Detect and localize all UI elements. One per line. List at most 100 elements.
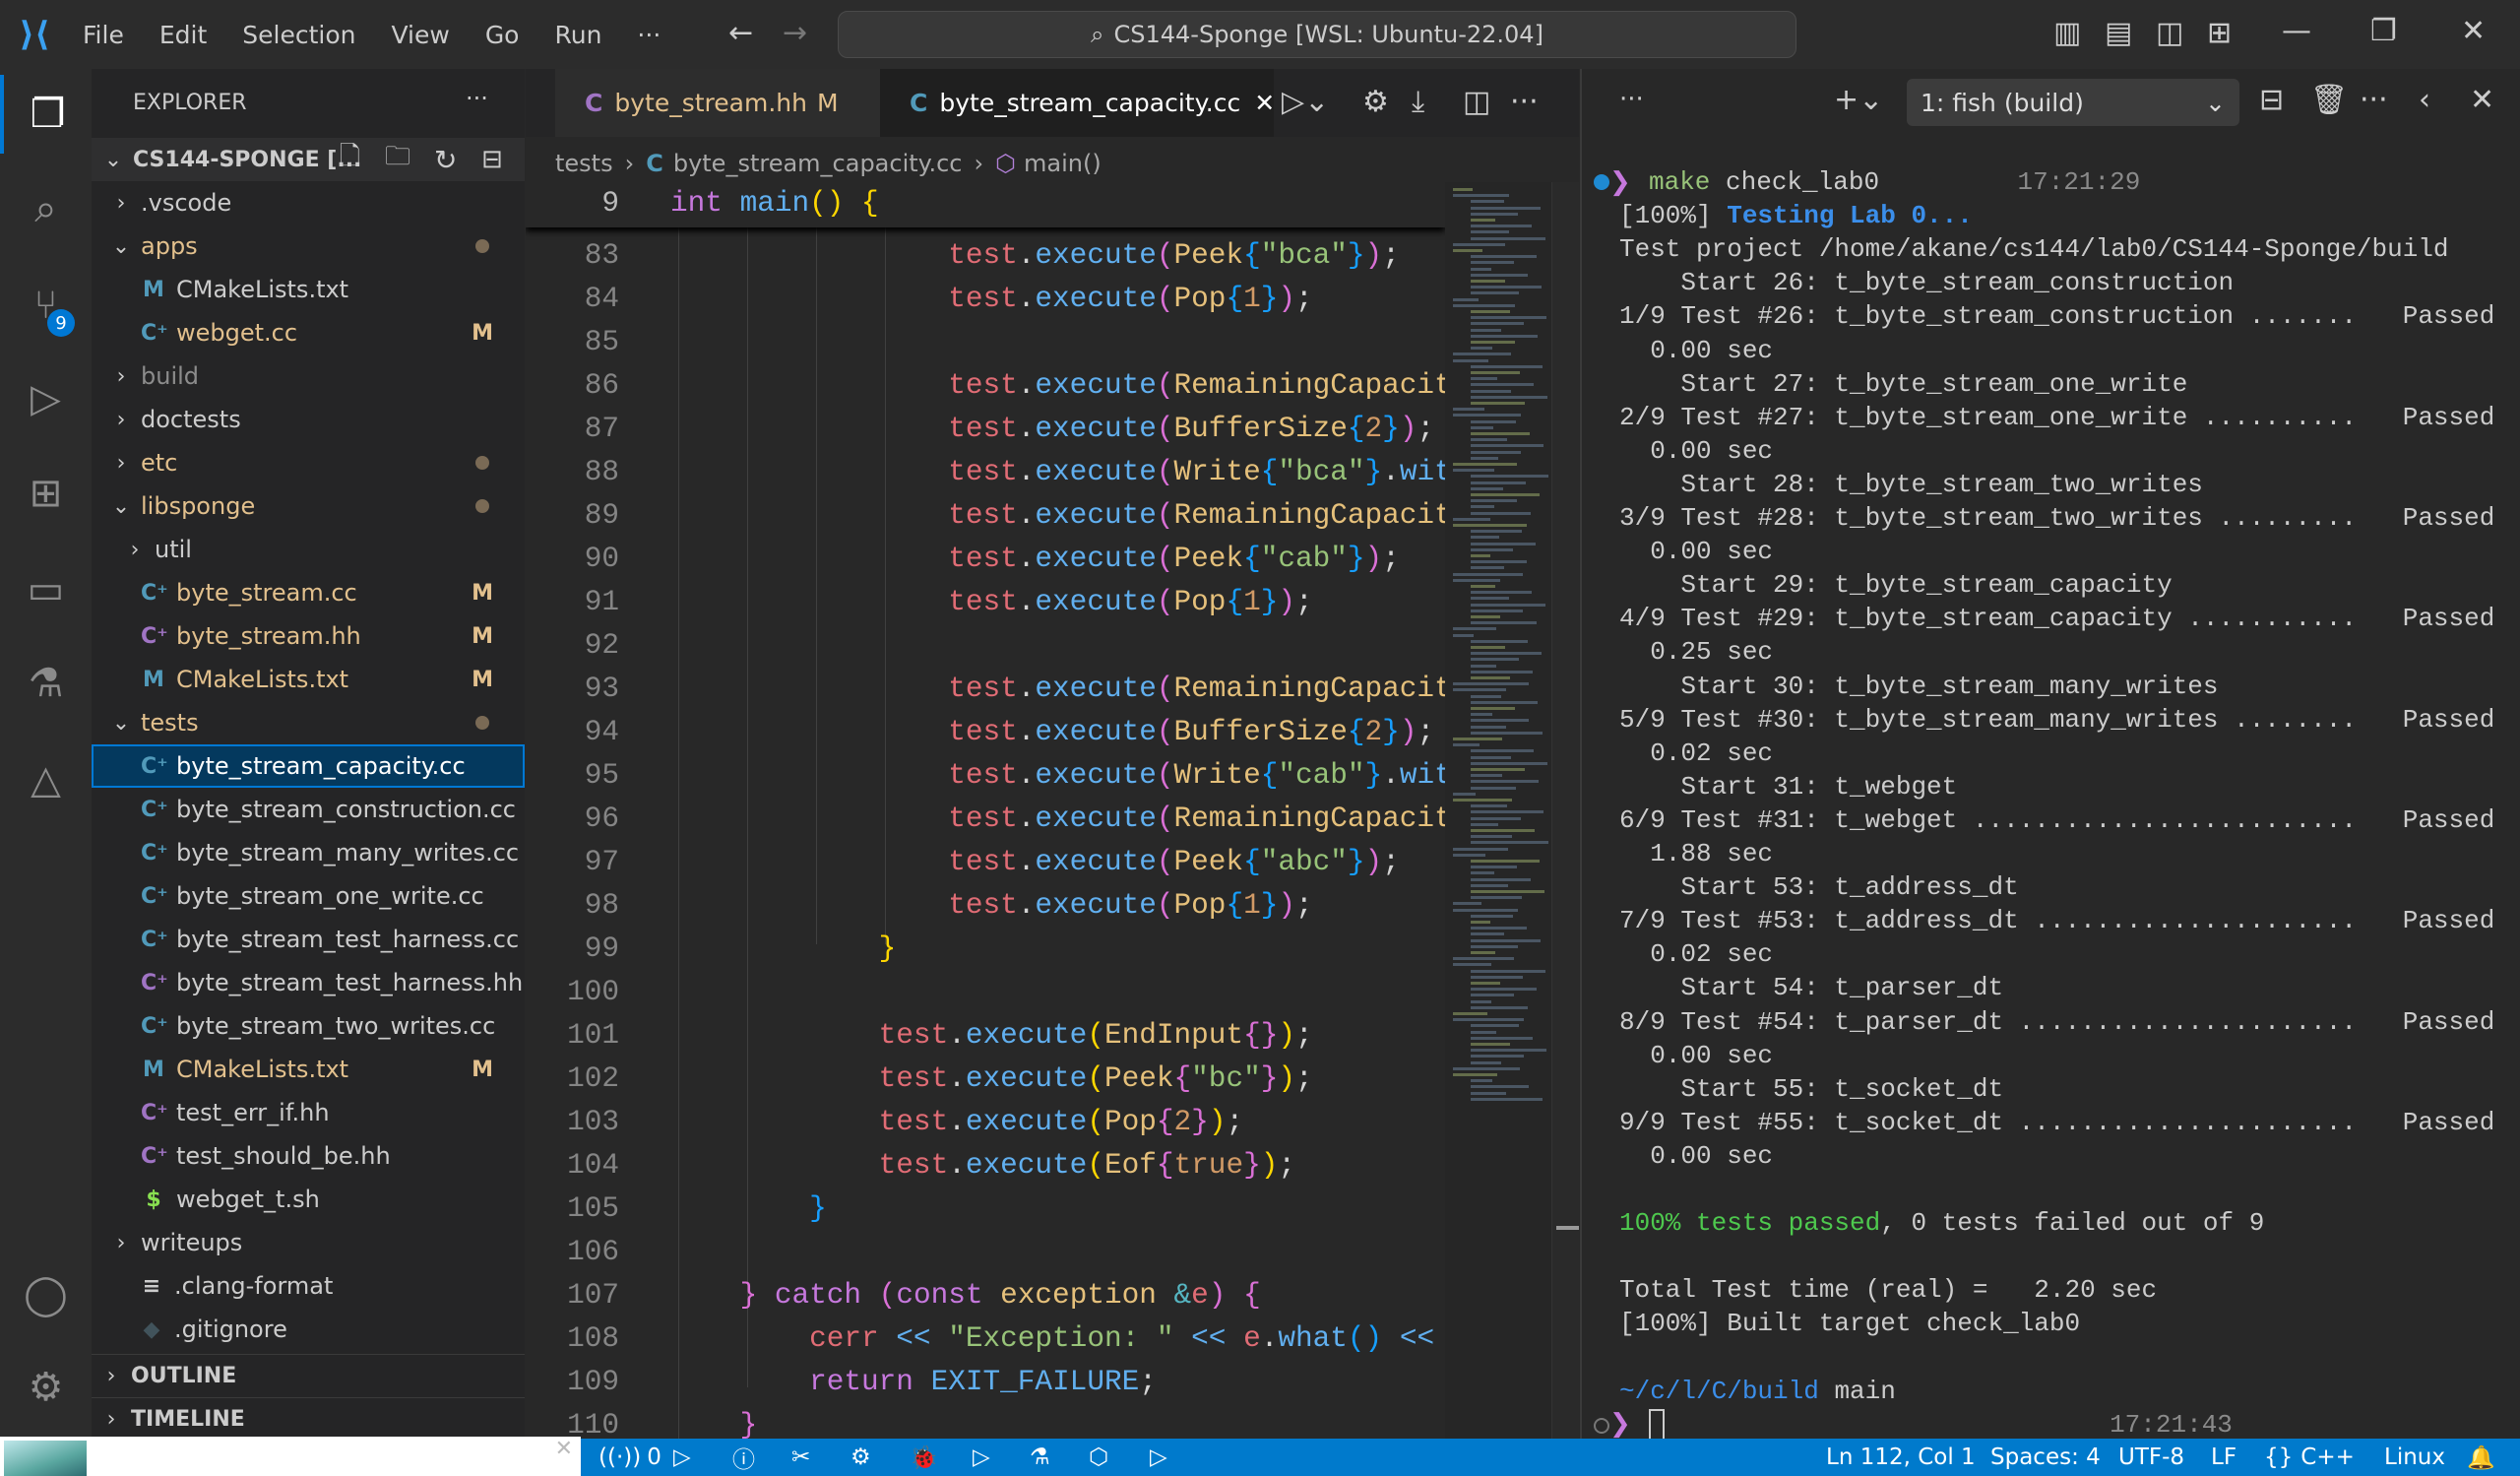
run-debug-file-icon[interactable]: ▷⌄ <box>1282 85 1329 119</box>
menu-run[interactable]: Run <box>554 21 601 49</box>
tree-item[interactable]: M CMakeLists.txt M <box>92 658 525 701</box>
split-terminal-icon[interactable]: ⊟ <box>2259 83 2284 117</box>
platform[interactable]: Linux <box>2384 1439 2445 1476</box>
tree-item[interactable]: C⁺ byte_stream_capacity.cc <box>92 744 525 788</box>
timeline-section[interactable]: › TIMELINE <box>92 1397 525 1441</box>
trash-icon[interactable]: 🗑 <box>2310 83 2348 117</box>
tab-byte-stream-capacity-cc[interactable]: C byte_stream_capacity.cc ✕ <box>880 69 1275 137</box>
notification-overlay[interactable]: ✕ <box>0 1437 581 1476</box>
breadcrumb-folder[interactable]: tests <box>555 150 613 177</box>
explorer-icon[interactable]: ❐ <box>0 75 92 154</box>
language-mode[interactable]: {} C++ <box>2264 1439 2355 1476</box>
tree-item[interactable]: › .vscode <box>92 181 525 225</box>
tree-item[interactable]: ◆ .gitignore <box>92 1308 525 1351</box>
extensions-icon[interactable]: ⊞ <box>0 454 92 533</box>
tree-item[interactable]: › util <box>92 528 525 571</box>
tree-item[interactable]: › build <box>92 354 525 398</box>
gear-icon[interactable]: ⚙ <box>1362 85 1389 119</box>
more-actions-icon[interactable]: ··· <box>1510 85 1539 119</box>
new-folder-icon[interactable]: 🗀 <box>385 138 410 181</box>
breadcrumb-file[interactable]: byte_stream_capacity.cc <box>673 150 963 177</box>
settings-gear-icon[interactable]: ⚙ <box>0 1348 92 1427</box>
tree-item[interactable]: ⌄ apps <box>92 225 525 268</box>
new-terminal-icon[interactable]: +⌄ <box>1834 83 1883 117</box>
package-icon[interactable]: ⬡ <box>1089 1439 1108 1476</box>
tree-item[interactable]: C⁺ webget.cc M <box>92 311 525 354</box>
minimap[interactable] <box>1445 182 1551 1439</box>
menu-go[interactable]: Go <box>485 21 520 49</box>
close-tab-icon[interactable]: ✕ <box>1254 89 1275 117</box>
source-control-icon[interactable]: ⑂ 9 <box>0 266 92 345</box>
cmake-icon[interactable]: △ <box>0 740 92 819</box>
tree-item[interactable]: C⁺ test_should_be.hh <box>92 1134 525 1178</box>
tree-item[interactable]: ⌄ tests <box>92 701 525 744</box>
panel-more-button[interactable]: ··· <box>1619 85 1644 114</box>
ports-status[interactable]: ((·)) 0 <box>598 1439 662 1476</box>
menu-selection[interactable]: Selection <box>242 21 355 49</box>
tree-item[interactable]: › writeups <box>92 1221 525 1264</box>
account-icon[interactable]: ◯ <box>0 1255 92 1334</box>
tree-item[interactable]: C⁺ byte_stream_many_writes.cc <box>92 831 525 874</box>
end-of-line[interactable]: LF <box>2211 1439 2236 1476</box>
collapse-all-icon[interactable]: ⊟ <box>481 145 503 174</box>
run-icon[interactable]: ▷ <box>973 1439 990 1476</box>
toggle-secondary-sidebar-icon[interactable]: ◫ <box>2156 16 2183 50</box>
split-editor-icon[interactable]: ◫ <box>1463 85 1490 119</box>
testing-icon[interactable]: ⚗ <box>0 644 92 723</box>
menu-view[interactable]: View <box>391 21 449 49</box>
tree-item[interactable]: M CMakeLists.txt <box>92 268 525 311</box>
remote-explorer-icon[interactable]: ▭ <box>0 550 92 629</box>
menu-more[interactable]: ··· <box>637 21 661 49</box>
tree-item[interactable]: ≡ .clang-format <box>92 1264 525 1308</box>
download-icon[interactable]: ⤓ <box>1412 85 1424 119</box>
tools-icon[interactable]: ✂ <box>791 1439 810 1476</box>
tree-item[interactable]: $ webget_t.sh <box>92 1178 525 1221</box>
close-window-icon[interactable]: ✕ <box>2461 14 2486 48</box>
new-file-icon[interactable]: 🗋 <box>340 138 360 181</box>
gear-icon[interactable]: ⚙ <box>850 1439 871 1476</box>
more-actions-icon[interactable]: ··· <box>2360 83 2388 117</box>
workspace-root[interactable]: ⌄ CS144-SPONGE [... 🗋 🗀 ↻ ⊟ <box>92 138 525 181</box>
editor-scrollbar[interactable] <box>1551 182 1579 1439</box>
menu-file[interactable]: File <box>83 21 124 49</box>
toggle-sidebar-icon[interactable]: ▥ <box>2053 16 2081 50</box>
tree-item[interactable]: C⁺ byte_stream_two_writes.cc <box>92 1004 525 1048</box>
chevron-left-icon[interactable]: ‹ <box>2419 83 2430 117</box>
tree-item[interactable]: M CMakeLists.txt M <box>92 1048 525 1091</box>
code-area[interactable]: 83 test.execute(Peek{"bca"}); 84 test.exe… <box>526 182 1445 1439</box>
close-panel-icon[interactable]: ✕ <box>2470 83 2494 117</box>
tree-item[interactable]: C⁺ byte_stream.hh M <box>92 614 525 658</box>
command-center-search[interactable]: ⌕ CS144-Sponge [WSL: Ubuntu-22.04] <box>838 11 1796 58</box>
indentation[interactable]: Spaces: 4 <box>1990 1439 2101 1476</box>
restore-icon[interactable]: ❐ <box>2370 14 2397 48</box>
explorer-more-button[interactable]: ··· <box>466 85 488 112</box>
forward-arrow-icon[interactable]: → <box>783 16 807 50</box>
menu-edit[interactable]: Edit <box>159 21 207 49</box>
tree-item[interactable]: › doctests <box>92 398 525 441</box>
breadcrumb-symbol[interactable]: main() <box>1024 150 1102 177</box>
terminal-output[interactable]: make check_lab0 17:21:29 [100%] Testing L… <box>1582 165 2520 1440</box>
tree-item[interactable]: C⁺ byte_stream_one_write.cc <box>92 874 525 918</box>
refresh-icon[interactable]: ↻ <box>434 144 457 176</box>
tab-byte-stream-hh[interactable]: C byte_stream.hh M <box>555 69 880 137</box>
terminal-selector-dropdown[interactable]: 1: fish (build) ⌄ <box>1907 79 2239 126</box>
bell-icon[interactable]: 🔔 <box>2467 1439 2495 1476</box>
minimize-icon[interactable]: — <box>2282 14 2311 48</box>
info-icon[interactable]: ⓘ <box>732 1439 755 1476</box>
customize-layout-icon[interactable]: ⊞ <box>2207 16 2232 50</box>
bug-icon[interactable]: 🐞 <box>910 1439 938 1476</box>
test-flask-icon[interactable]: ⚗ <box>1030 1439 1050 1476</box>
back-arrow-icon[interactable]: ← <box>728 16 753 50</box>
tree-item[interactable]: › etc <box>92 441 525 484</box>
outline-section[interactable]: › OUTLINE <box>92 1354 525 1397</box>
toggle-panel-icon[interactable]: ▤ <box>2105 16 2132 50</box>
tree-item[interactable]: C⁺ byte_stream.cc M <box>92 571 525 614</box>
encoding[interactable]: UTF-8 <box>2118 1439 2184 1476</box>
tree-item[interactable]: C⁺ test_err_if.hh <box>92 1091 525 1134</box>
tree-item[interactable]: C⁺ byte_stream_test_harness.cc <box>92 918 525 961</box>
run-icon[interactable]: ▷ <box>1150 1439 1167 1476</box>
sticky-scroll[interactable] <box>526 182 1445 227</box>
run-debug-icon[interactable]: ▷ <box>0 359 92 438</box>
tree-item[interactable]: ⌄ libsponge <box>92 484 525 528</box>
debug-launch-icon[interactable]: ▷ <box>673 1439 691 1476</box>
